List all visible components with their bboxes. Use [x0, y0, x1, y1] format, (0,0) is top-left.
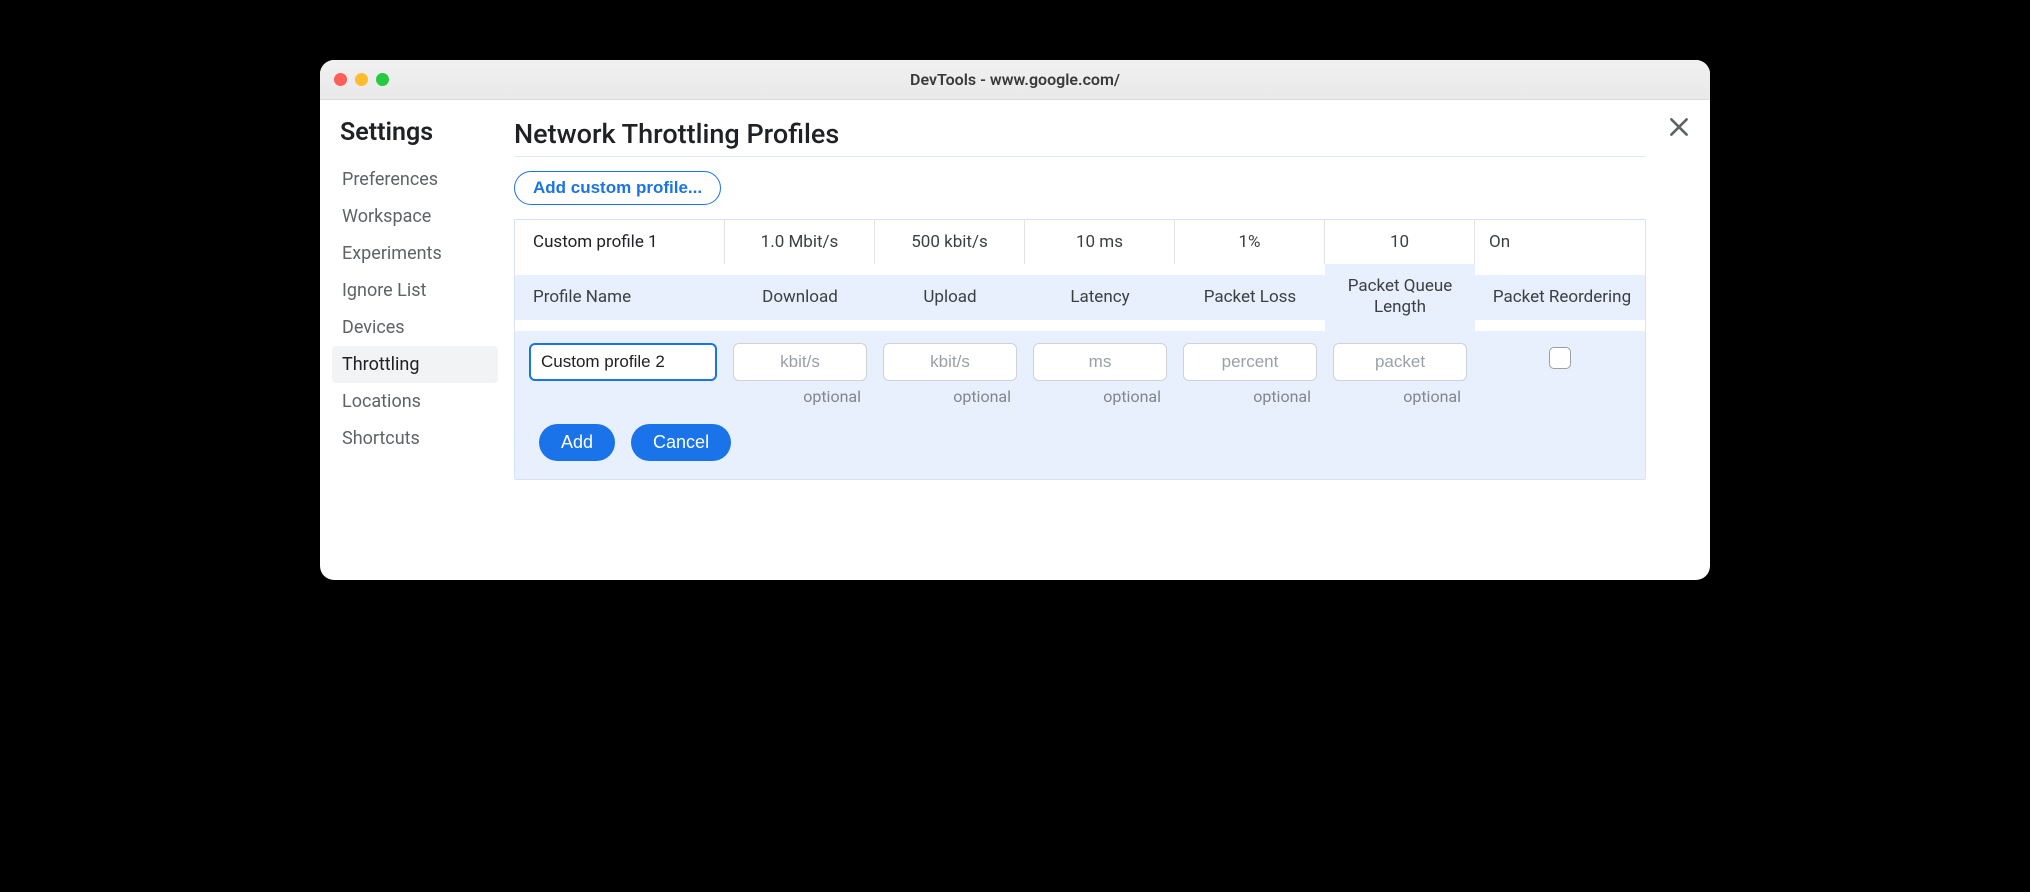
optional-label: optional [1033, 387, 1167, 406]
table-headers: Profile Name Download Upload Latency Pac… [515, 264, 1645, 331]
edit-actions: Add Cancel [515, 408, 1645, 461]
add-custom-profile-button[interactable]: Add custom profile... [514, 171, 721, 205]
upload-input[interactable] [883, 343, 1017, 381]
sidebar-item-throttling[interactable]: Throttling [332, 346, 498, 383]
window-title: DevTools - www.google.com/ [320, 70, 1710, 89]
cell-packet-queue: 10 [1325, 220, 1475, 264]
sidebar-item-experiments[interactable]: Experiments [340, 235, 498, 272]
close-icon[interactable] [334, 73, 347, 86]
cell-profile-name: Custom profile 1 [515, 220, 725, 264]
sidebar: Settings Preferences Workspace Experimen… [320, 100, 498, 580]
sidebar-item-preferences[interactable]: Preferences [340, 161, 498, 198]
page-title: Network Throttling Profiles [514, 118, 1646, 157]
settings-heading: Settings [340, 118, 498, 147]
download-input[interactable] [733, 343, 867, 381]
edit-profile-form: optional optional optional optional [515, 331, 1645, 479]
cell-packet-reorder: On [1475, 220, 1645, 264]
header-packet-loss: Packet Loss [1175, 275, 1325, 320]
sidebar-item-locations[interactable]: Locations [340, 383, 498, 420]
sidebar-item-devices[interactable]: Devices [340, 309, 498, 346]
header-upload: Upload [875, 275, 1025, 320]
cell-download: 1.0 Mbit/s [725, 220, 875, 264]
cell-upload: 500 kbit/s [875, 220, 1025, 264]
fullscreen-icon[interactable] [376, 73, 389, 86]
x-icon [1666, 114, 1692, 140]
cell-packet-loss: 1% [1175, 220, 1325, 264]
header-profile-name: Profile Name [515, 275, 725, 320]
header-download: Download [725, 275, 875, 320]
titlebar: DevTools - www.google.com/ [320, 60, 1710, 100]
devtools-window: DevTools - www.google.com/ Settings Pref… [320, 60, 1710, 580]
sidebar-item-workspace[interactable]: Workspace [340, 198, 498, 235]
packet-queue-input[interactable] [1333, 343, 1467, 381]
settings-content: Settings Preferences Workspace Experimen… [320, 100, 1710, 580]
optional-label: optional [1183, 387, 1317, 406]
profiles-table: Custom profile 1 1.0 Mbit/s 500 kbit/s 1… [514, 219, 1646, 480]
header-packet-reorder: Packet Reordering [1475, 275, 1645, 320]
optional-label: optional [733, 387, 867, 406]
header-packet-queue: Packet Queue Length [1325, 264, 1475, 331]
cancel-button[interactable]: Cancel [631, 424, 731, 461]
packet-loss-input[interactable] [1183, 343, 1317, 381]
table-row[interactable]: Custom profile 1 1.0 Mbit/s 500 kbit/s 1… [515, 220, 1645, 264]
main-panel: Network Throttling Profiles Add custom p… [498, 100, 1710, 580]
packet-reorder-checkbox[interactable] [1549, 347, 1571, 369]
minimize-icon[interactable] [355, 73, 368, 86]
header-latency: Latency [1025, 275, 1175, 320]
sidebar-item-ignore-list[interactable]: Ignore List [340, 272, 498, 309]
optional-label: optional [1333, 387, 1467, 406]
close-settings-button[interactable] [1666, 114, 1692, 140]
optional-label: optional [883, 387, 1017, 406]
profile-name-input[interactable] [529, 343, 717, 381]
sidebar-item-shortcuts[interactable]: Shortcuts [340, 420, 498, 457]
traffic-lights [334, 73, 389, 86]
latency-input[interactable] [1033, 343, 1167, 381]
add-button[interactable]: Add [539, 424, 615, 461]
cell-latency: 10 ms [1025, 220, 1175, 264]
